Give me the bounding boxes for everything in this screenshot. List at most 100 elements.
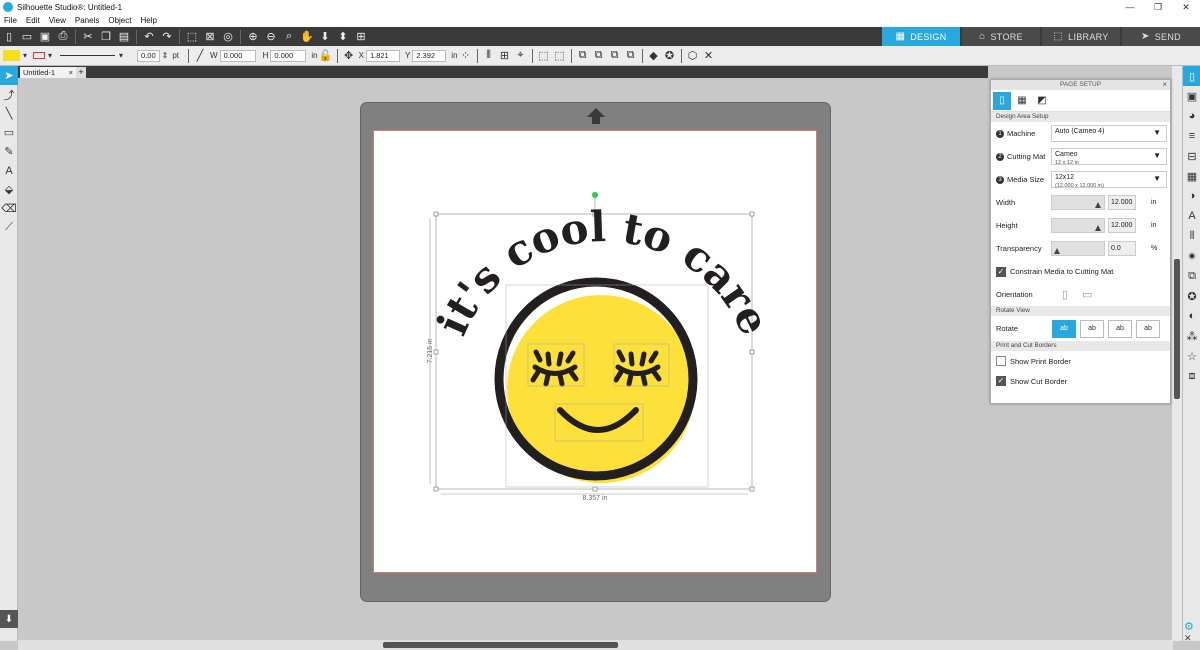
zoom-in-icon[interactable]: ⊕ [244, 29, 262, 45]
document-tab[interactable]: Untitled-1 × [20, 67, 76, 78]
weld-icon[interactable]: ◆ [646, 48, 662, 64]
tab-library[interactable]: ⬚ LIBRARY [1042, 27, 1120, 46]
menu-help[interactable]: Help [140, 16, 156, 25]
menu-object[interactable]: Object [108, 16, 131, 25]
minimize-button[interactable]: — [1116, 0, 1144, 14]
offset-icon[interactable]: ✪ [662, 48, 678, 64]
grid-tab-icon[interactable]: ▦ [1013, 92, 1031, 110]
horizontal-scroll-thumb[interactable] [383, 642, 618, 648]
line-dropdown-icon[interactable]: ▾ [48, 51, 52, 60]
fill-panel-icon[interactable]: ▦ [1183, 166, 1200, 186]
move-icon[interactable]: ✥ [341, 48, 357, 64]
cutting-mat-select[interactable]: Cameo 12 x 12 in ▼ [1051, 148, 1167, 166]
menu-edit[interactable]: Edit [26, 16, 40, 25]
zoom-out-icon[interactable]: ⊖ [262, 29, 280, 45]
page-tab-icon[interactable]: ▯ [993, 91, 1011, 110]
group-icon[interactable]: ⬚ [536, 48, 552, 64]
line-width-field[interactable]: 0.00 [137, 49, 160, 62]
transparency-slider[interactable] [1051, 241, 1105, 256]
align-panel-icon[interactable]: ⫴ [1183, 226, 1200, 246]
close-panel-icon[interactable]: ✕ [1184, 633, 1192, 644]
line-tool-icon[interactable]: ╱ [192, 48, 208, 64]
maximize-button[interactable]: ❐ [1144, 0, 1172, 14]
tab-store[interactable]: ⌂ STORE [962, 27, 1040, 46]
eraser-tool-icon[interactable]: ⌫ [0, 199, 18, 218]
3d-box-icon[interactable]: ⬡ [685, 48, 701, 64]
line-style-icon[interactable]: ≡ [1183, 126, 1200, 146]
align-icon[interactable]: ⫴ [481, 48, 497, 64]
slider-knob[interactable] [1095, 225, 1101, 231]
x-field[interactable]: 1.821 [365, 49, 400, 62]
menu-file[interactable]: File [4, 16, 17, 25]
reference-point-icon[interactable]: ⁘ [458, 48, 474, 64]
library-folder-icon[interactable]: ⬇ [0, 610, 18, 628]
star-icon[interactable]: ☆ [1183, 346, 1200, 366]
save-icon[interactable]: ▣ [36, 29, 54, 45]
zoom-select-icon[interactable]: ⌕ [280, 29, 298, 45]
line-tool-icon[interactable]: ╲ [0, 104, 18, 123]
new-icon[interactable]: ▯ [0, 29, 18, 45]
select-tool-icon[interactable]: ➤ [0, 66, 18, 85]
pan-icon[interactable]: ✋ [298, 29, 316, 45]
layers-icon[interactable]: ⧈ [1183, 366, 1200, 386]
menu-panels[interactable]: Panels [75, 16, 99, 25]
ungroup-icon[interactable]: ⬚ [552, 48, 568, 64]
grid-icon[interactable]: ⊞ [352, 29, 370, 45]
vertical-scrollbar[interactable] [1172, 66, 1182, 641]
deselect-icon[interactable]: ⊠ [201, 29, 219, 45]
fit-mat-icon[interactable]: ⬍ [334, 29, 352, 45]
fit-to-page-icon[interactable]: ⬇ [316, 29, 334, 45]
portrait-icon[interactable]: ▯ [1062, 288, 1068, 301]
lock-aspect-icon[interactable]: 🔓 [318, 48, 334, 64]
background-tab-icon[interactable]: ◩ [1033, 92, 1051, 110]
menu-view[interactable]: View [49, 16, 66, 25]
replicate-icon[interactable]: ⧉ [1183, 266, 1200, 286]
machine-select[interactable]: Auto (Cameo 4) ▼ [1051, 125, 1167, 142]
fill-palette-icon[interactable]: ◕ [1183, 106, 1200, 126]
point-edit-icon[interactable]: ⤴ [0, 85, 18, 104]
trace-icon[interactable]: ⁂ [1183, 326, 1200, 346]
line-color-icon[interactable]: ⊟ [1183, 146, 1200, 166]
rectangle-tool-icon[interactable]: ▭ [0, 123, 18, 142]
cut-border-checkbox[interactable]: ✓ [996, 376, 1006, 386]
send-backward-icon[interactable]: ⧉ [623, 48, 639, 64]
media-size-select[interactable]: 12x12 (12.000 x 12.000 in) ▼ [1051, 171, 1167, 189]
transparency-icon[interactable]: ◑ [1183, 186, 1200, 206]
offset-panel-icon[interactable]: ◐ [1183, 306, 1200, 326]
height-slider[interactable] [1051, 218, 1105, 233]
add-tab-button[interactable]: + [76, 67, 86, 78]
fill-tool-icon[interactable]: ⬙ [0, 180, 18, 199]
line-style-dropdown-icon[interactable]: ▾ [119, 51, 123, 60]
bring-forward-icon[interactable]: ⧉ [607, 48, 623, 64]
width-field[interactable]: 0.000 [219, 49, 256, 62]
design-page[interactable] [373, 130, 817, 573]
center-page-icon[interactable]: ⌖ [513, 48, 529, 64]
panel-close-icon[interactable]: × [1162, 80, 1167, 90]
bring-to-front-icon[interactable]: ⧉ [575, 48, 591, 64]
select-by-color-icon[interactable]: ◎ [219, 29, 237, 45]
constrain-checkbox[interactable]: ✓ [996, 266, 1006, 277]
center-icon[interactable]: ⊞ [497, 48, 513, 64]
rotate-0-icon[interactable]: ab [1052, 319, 1076, 338]
stepper-icon[interactable]: ⇕ [162, 51, 169, 60]
slider-knob[interactable] [1095, 202, 1101, 208]
pencil-tool-icon[interactable]: ✎ [0, 142, 18, 161]
landscape-icon[interactable]: ▭ [1082, 288, 1092, 301]
send-to-back-icon[interactable]: ⧉ [591, 48, 607, 64]
cut-icon[interactable]: ✂ [79, 29, 97, 45]
slider-knob[interactable] [1054, 248, 1060, 254]
line-style-preview[interactable] [60, 55, 116, 56]
text-tool-icon[interactable]: A [0, 161, 18, 180]
vertical-scroll-thumb[interactable] [1174, 259, 1180, 399]
delete-icon[interactable]: ✕ [701, 48, 717, 64]
open-icon[interactable]: ▭ [18, 29, 36, 45]
transparency-input[interactable]: 0.0 [1108, 241, 1136, 256]
rotate-90-icon[interactable]: ab [1080, 319, 1104, 338]
print-border-checkbox[interactable] [996, 356, 1006, 366]
page-setup-icon[interactable]: ▯ [1183, 66, 1200, 86]
modify-icon[interactable]: ✪ [1183, 286, 1200, 306]
horizontal-scrollbar[interactable] [18, 640, 1173, 650]
copy-icon[interactable]: ❐ [97, 29, 115, 45]
tab-send[interactable]: ➤ SEND [1122, 27, 1200, 46]
height-field[interactable]: 0.000 [270, 49, 307, 62]
